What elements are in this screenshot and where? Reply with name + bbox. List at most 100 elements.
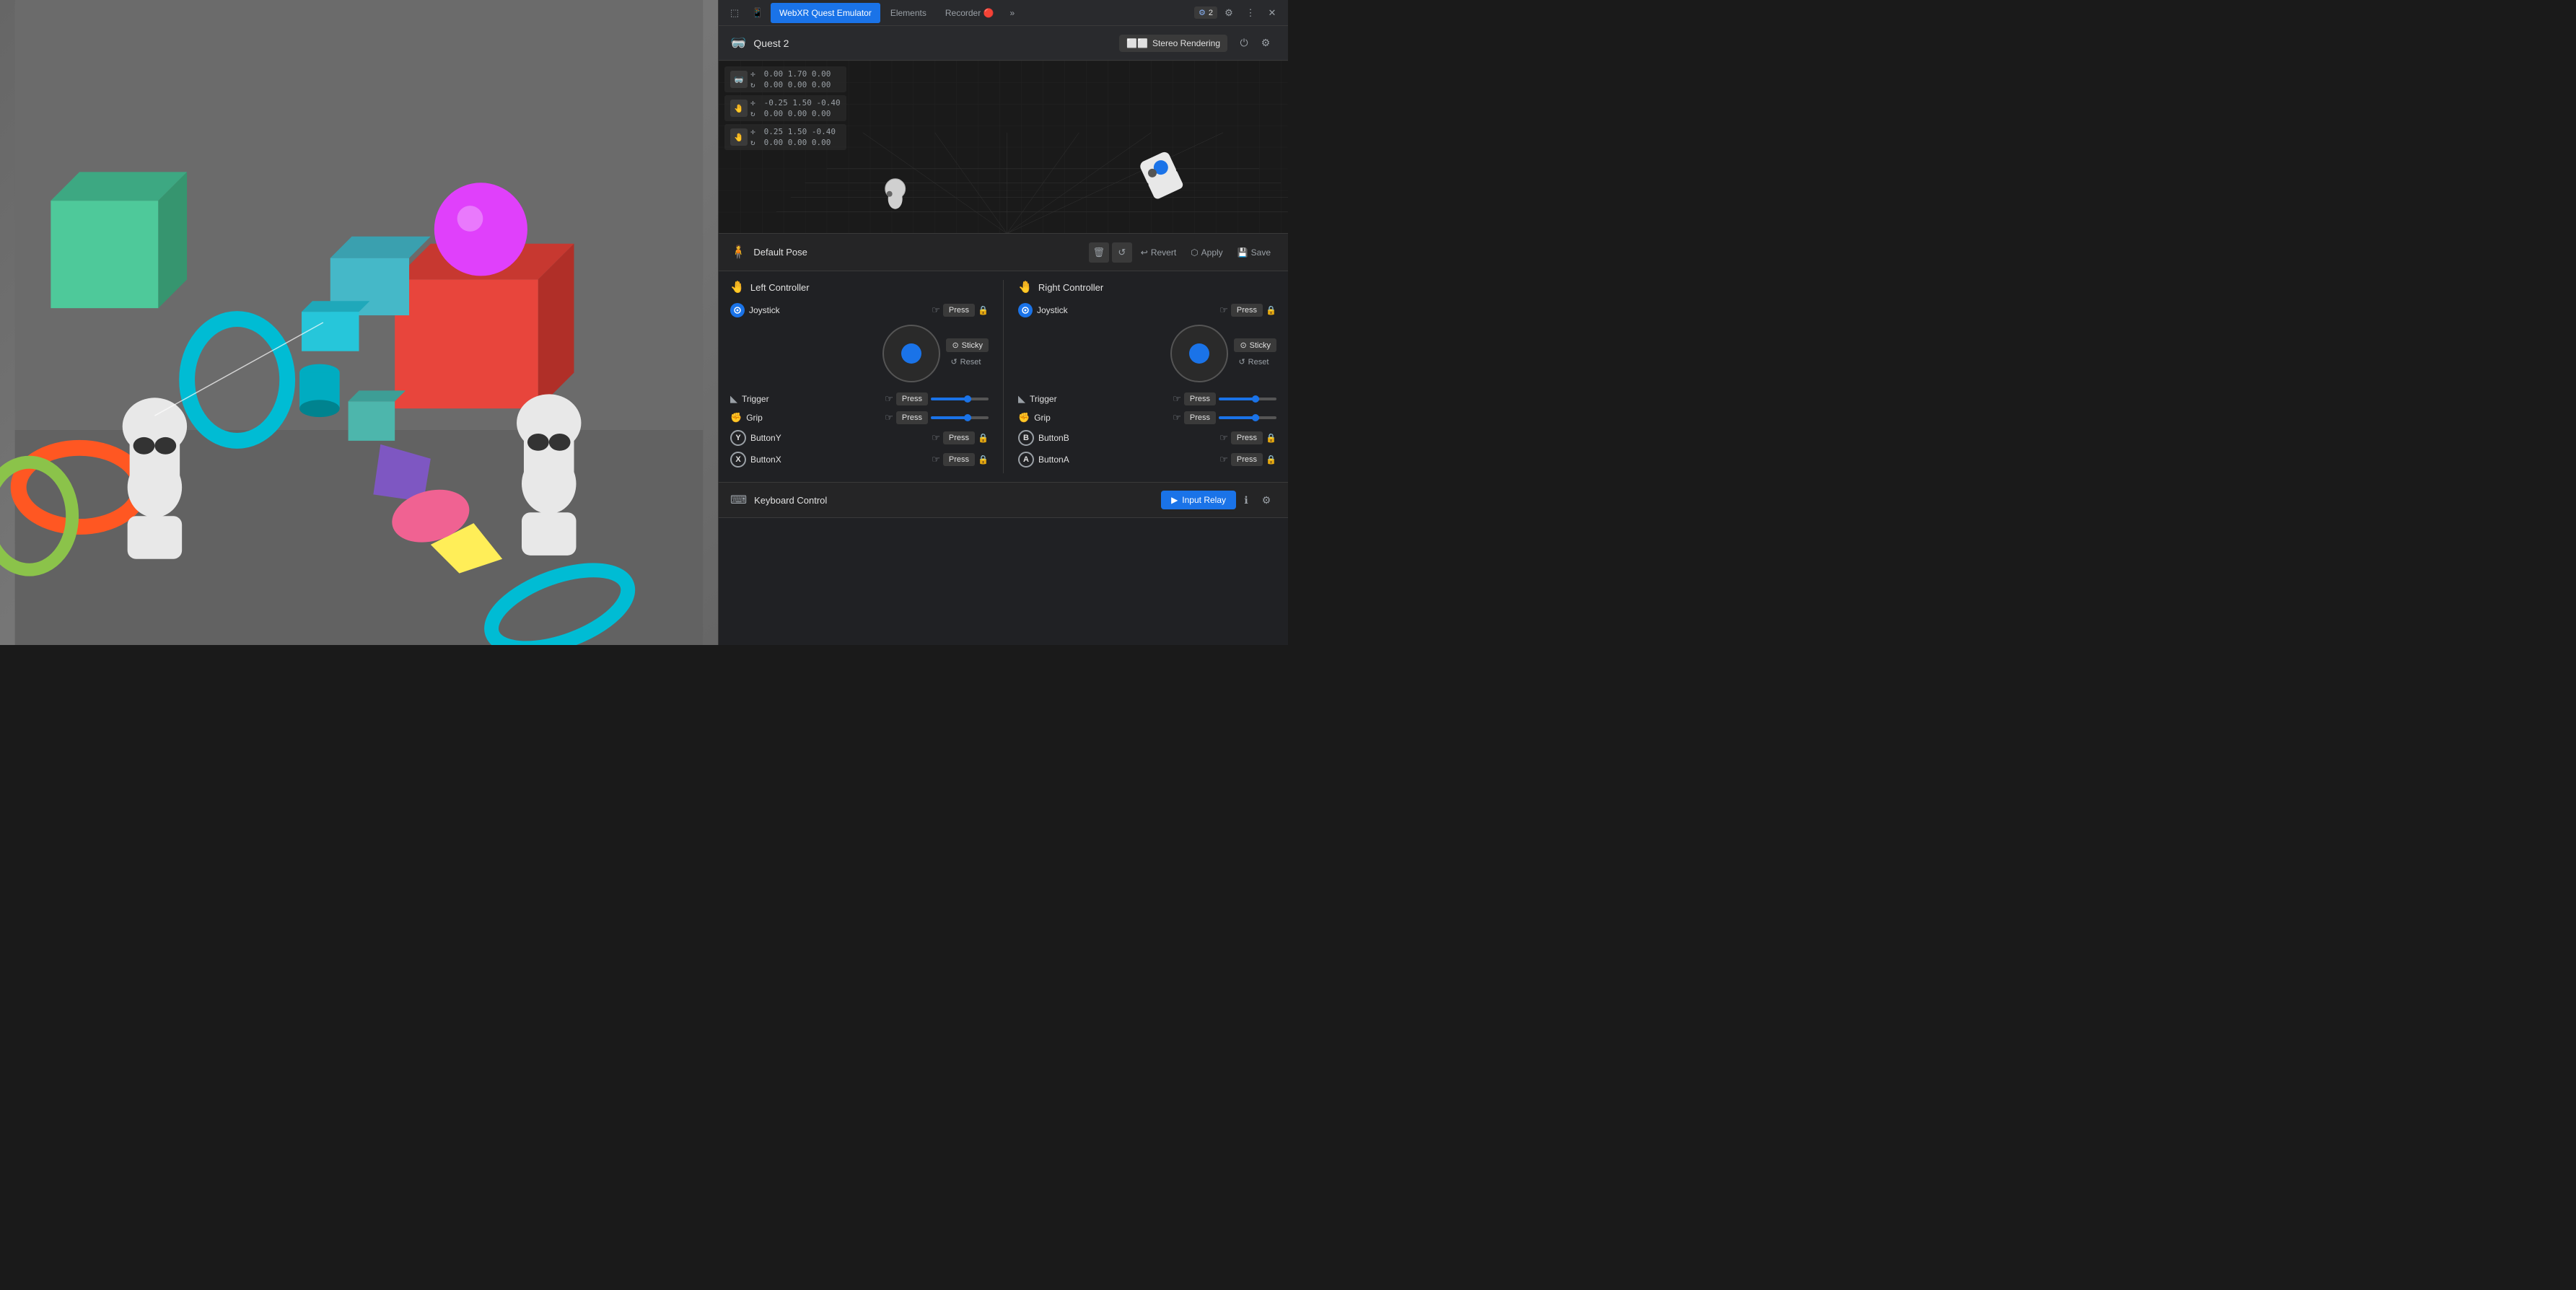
left-grip-icon: ✊ — [730, 412, 742, 424]
tab-elements[interactable]: Elements — [882, 3, 935, 23]
right-grip-controls: ☞ Press — [1173, 411, 1276, 424]
right-joystick-press-btn[interactable]: Press — [1231, 304, 1263, 317]
right-joystick-hand-icon: ☞ — [1219, 304, 1228, 316]
right-buttonB-circle: B — [1018, 430, 1034, 446]
right-controller-header: 🤚 Right Controller — [1018, 280, 1276, 294]
right-sticky-label: Sticky — [1250, 341, 1271, 350]
revert-btn[interactable]: ↩ Revert — [1135, 245, 1182, 260]
apply-label: Apply — [1201, 247, 1223, 258]
right-controller-col: 🤚 Right Controller Joystick ☞ — [1018, 280, 1276, 473]
save-btn[interactable]: 💾 Save — [1232, 245, 1276, 260]
input-relay-label: Input Relay — [1182, 495, 1226, 505]
left-controller-label: Left Controller — [750, 282, 810, 293]
right-buttonA-label: ButtonA — [1038, 455, 1069, 465]
right-joystick-icon — [1018, 303, 1033, 317]
input-relay-btn[interactable]: ▶ Input Relay — [1161, 491, 1236, 509]
left-grip-label-area: ✊ Grip — [730, 412, 795, 424]
right-reset-label: Reset — [1248, 358, 1269, 367]
left-joystick-press-btn[interactable]: Press — [943, 304, 975, 317]
headset-transform-icon[interactable]: 🥽 — [730, 71, 748, 88]
right-transform-values: ✛ 0.25 1.50 -0.40 ↻ 0.00 0.00 0.00 — [750, 127, 836, 147]
keyboard-label: Keyboard Control — [754, 495, 1161, 506]
right-grip-slider[interactable] — [1219, 416, 1276, 419]
right-joystick-dot — [1189, 343, 1209, 364]
gear-icon-btn[interactable]: ⚙ — [1255, 32, 1276, 54]
left-trigger-controls: ☞ Press — [885, 392, 989, 405]
tab-recorder[interactable]: Recorder 🔴 — [937, 3, 1003, 23]
left-buttonY-label-area: Y ButtonY — [730, 430, 802, 446]
reset-pose-btn[interactable]: ↺ — [1112, 242, 1132, 263]
more-icon-btn[interactable]: ⋮ — [1240, 3, 1261, 23]
right-grip-label-area: ✊ Grip — [1018, 412, 1083, 424]
badge: 2 — [1209, 9, 1213, 17]
left-controller-header: 🤚 Left Controller — [730, 280, 989, 294]
right-buttonA-press-group: ☞ Press 🔒 — [1219, 453, 1276, 466]
right-grip-hand-icon: ☞ — [1173, 412, 1181, 424]
left-buttonY-press-group: ☞ Press 🔒 — [932, 431, 989, 444]
left-buttonY-hand-icon: ☞ — [932, 432, 940, 444]
right-trigger-slider[interactable] — [1219, 398, 1276, 400]
delete-pose-btn[interactable]: 🗑 — [1089, 242, 1109, 263]
left-joystick-pad[interactable] — [882, 325, 940, 382]
right-trigger-press-btn[interactable]: Press — [1184, 392, 1216, 405]
left-buttonY-circle: Y — [730, 430, 746, 446]
transform-row-headset: 🥽 ✛ 0.00 1.70 0.00 ↻ 0.00 0.00 0.00 — [724, 66, 846, 92]
left-rot: ↻ 0.00 0.00 0.00 — [750, 109, 841, 118]
left-grip-controls: ☞ Press — [885, 411, 989, 424]
right-buttonB-press-btn[interactable]: Press — [1231, 431, 1263, 444]
keyboard-settings-btn[interactable]: ⚙ — [1256, 490, 1276, 510]
stereo-rendering-btn[interactable]: ⬜⬜ Stereo Rendering — [1119, 35, 1227, 52]
right-joystick-pad[interactable] — [1170, 325, 1228, 382]
headset-icon: 🥽 — [730, 35, 746, 51]
right-joystick-area: ⊙ Sticky ↺ Reset — [1018, 325, 1276, 385]
left-buttonY-lock-icon: 🔒 — [978, 433, 989, 443]
transform-row-left: 🤚 ✛ -0.25 1.50 -0.40 ↻ 0.00 0.00 0.00 — [724, 95, 846, 121]
left-sticky-btn[interactable]: ⊙ Sticky — [946, 338, 989, 352]
left-grip-press-btn[interactable]: Press — [896, 411, 928, 424]
left-reset-btn[interactable]: ↺ Reset — [946, 355, 989, 369]
info-btn[interactable]: ℹ — [1236, 490, 1256, 510]
revert-label: Revert — [1151, 247, 1176, 258]
right-grip-press-btn[interactable]: Press — [1184, 411, 1216, 424]
right-joystick-label-area: Joystick — [1018, 303, 1090, 317]
device-icon-btn[interactable]: 📱 — [748, 3, 768, 23]
left-joystick-actions: ⊙ Sticky ↺ Reset — [946, 338, 989, 369]
left-buttonX-circle: X — [730, 452, 746, 468]
tab-webxr[interactable]: WebXR Quest Emulator — [771, 3, 880, 23]
right-buttonA-lock-icon: 🔒 — [1266, 455, 1276, 465]
right-reset-btn[interactable]: ↺ Reset — [1234, 355, 1276, 369]
pose-btn-group: 🗑 ↺ ↩ Revert ⬡ Apply 💾 Save — [1089, 242, 1276, 263]
controller-divider — [1003, 280, 1004, 473]
right-grip-thumb — [1252, 414, 1259, 421]
webxr-panel: 🥽 Quest 2 ⬜⬜ Stereo Rendering ⏻ ⚙ — [719, 26, 1288, 645]
left-grip-slider[interactable] — [931, 416, 989, 419]
right-sticky-btn[interactable]: ⊙ Sticky — [1234, 338, 1276, 352]
left-buttonX-press-btn[interactable]: Press — [943, 453, 975, 466]
left-trigger-slider[interactable] — [931, 398, 989, 400]
left-ctrl-icon: 🤚 — [730, 280, 745, 294]
apply-icon: ⬡ — [1191, 247, 1198, 258]
left-controller-col: 🤚 Left Controller Joystick ☞ — [730, 280, 989, 473]
right-buttonA-label-area: A ButtonA — [1018, 452, 1090, 468]
webxr-header: 🥽 Quest 2 ⬜⬜ Stereo Rendering ⏻ ⚙ — [719, 26, 1288, 61]
devtools-tabs: WebXR Quest Emulator Elements Recorder 🔴… — [771, 3, 1191, 23]
right-buttonA-press-btn[interactable]: Press — [1231, 453, 1263, 466]
right-joystick-pad-row: ⊙ Sticky ↺ Reset — [1170, 325, 1276, 382]
apply-btn[interactable]: ⬡ Apply — [1185, 245, 1229, 260]
left-ctrl-transform-icon[interactable]: 🤚 — [730, 100, 748, 117]
left-joystick-label-area: Joystick — [730, 303, 802, 317]
inspect-icon-btn[interactable]: ⬚ — [724, 3, 745, 23]
tab-more[interactable]: » — [1004, 5, 1021, 21]
left-buttonY-press-btn[interactable]: Press — [943, 431, 975, 444]
settings-icon-btn[interactable]: ⚙ — [1219, 3, 1239, 23]
left-joystick-dot — [901, 343, 921, 364]
right-buttonA-hand-icon: ☞ — [1219, 454, 1228, 465]
save-icon: 💾 — [1237, 247, 1248, 258]
left-trigger-press-btn[interactable]: Press — [896, 392, 928, 405]
pose-controls: 🧍 Default Pose 🗑 ↺ ↩ Revert ⬡ Apply 💾 — [719, 234, 1288, 271]
close-icon-btn[interactable]: ✕ — [1262, 3, 1282, 23]
right-buttonB-label-area: B ButtonB — [1018, 430, 1090, 446]
right-ctrl-transform-icon[interactable]: 🤚 — [730, 128, 748, 146]
right-buttonB-press-group: ☞ Press 🔒 — [1219, 431, 1276, 444]
power-icon-btn[interactable]: ⏻ — [1233, 32, 1255, 54]
